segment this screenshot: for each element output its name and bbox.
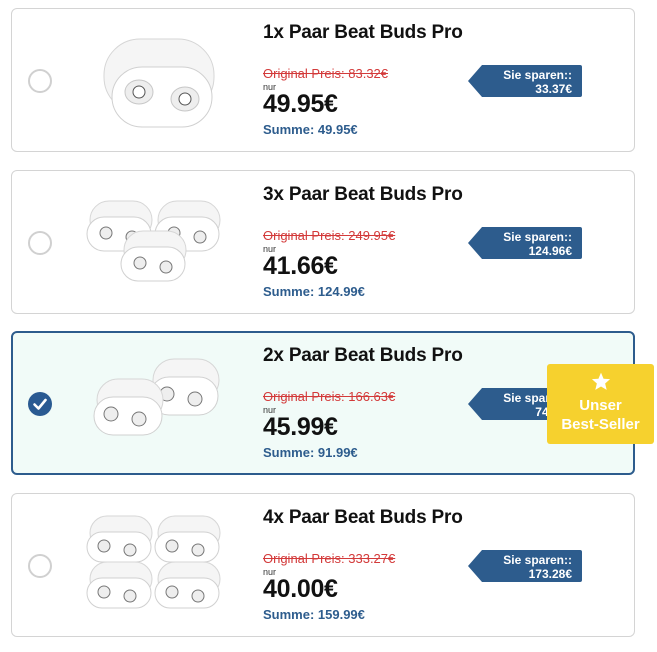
savings-label: Sie sparen:: (503, 230, 572, 244)
savings-amount: 124.96€ (528, 244, 572, 258)
badge-line-2: Best-Seller (561, 416, 640, 433)
product-image-1-case (82, 17, 232, 143)
savings-label: Sie sparen:: (503, 68, 572, 82)
product-image-4-cases (82, 502, 232, 628)
offer-title: 3x Paar Beat Buds Pro (263, 184, 463, 205)
original-price: Original Preis: 249.95€ (263, 228, 396, 243)
check-icon (33, 398, 47, 410)
offer-sum: Summe: 159.99€ (263, 607, 365, 622)
offer-title: 4x Paar Beat Buds Pro (263, 507, 463, 528)
offer-radio[interactable] (28, 69, 52, 93)
savings-tag: Sie sparen:: 124.96€ (468, 227, 582, 259)
savings-amount: 33.37€ (535, 82, 572, 96)
savings-tag: Sie sparen:: 173.28€ (468, 550, 582, 582)
savings-tag: Sie sparen:: 33.37€ (468, 65, 582, 97)
original-price: Original Preis: 166.63€ (263, 389, 396, 404)
savings-label: Sie sparen:: (503, 553, 572, 567)
offer-sum: Summe: 91.99€ (263, 445, 358, 460)
offer-radio-checked[interactable] (28, 392, 52, 416)
savings-amount: 173.28€ (528, 567, 572, 581)
offer-price: 45.99€ (263, 413, 338, 441)
offer-card-2x[interactable]: 2x Paar Beat Buds Pro Original Preis: 16… (11, 331, 635, 475)
offer-sum: Summe: 124.99€ (263, 284, 365, 299)
product-image-2-cases (83, 341, 233, 467)
star-icon (591, 372, 611, 396)
offer-radio[interactable] (28, 554, 52, 578)
product-image-3-cases (82, 179, 232, 305)
badge-line-1: Unser (579, 397, 622, 414)
offer-price: 40.00€ (263, 575, 338, 603)
best-seller-badge: Unser Best-Seller (547, 364, 654, 444)
offer-sum: Summe: 49.95€ (263, 122, 358, 137)
original-price: Original Preis: 333.27€ (263, 551, 396, 566)
original-price: Original Preis: 83.32€ (263, 66, 389, 81)
offer-card-1x[interactable]: 1x Paar Beat Buds Pro Original Preis: 83… (11, 8, 635, 152)
offer-price: 49.95€ (263, 90, 338, 118)
offer-radio[interactable] (28, 231, 52, 255)
offer-card-4x[interactable]: 4x Paar Beat Buds Pro Original Preis: 33… (11, 493, 635, 637)
offer-price: 41.66€ (263, 252, 338, 280)
offer-title: 2x Paar Beat Buds Pro (263, 345, 463, 366)
offer-card-3x[interactable]: 3x Paar Beat Buds Pro Original Preis: 24… (11, 170, 635, 314)
offer-title: 1x Paar Beat Buds Pro (263, 22, 463, 43)
